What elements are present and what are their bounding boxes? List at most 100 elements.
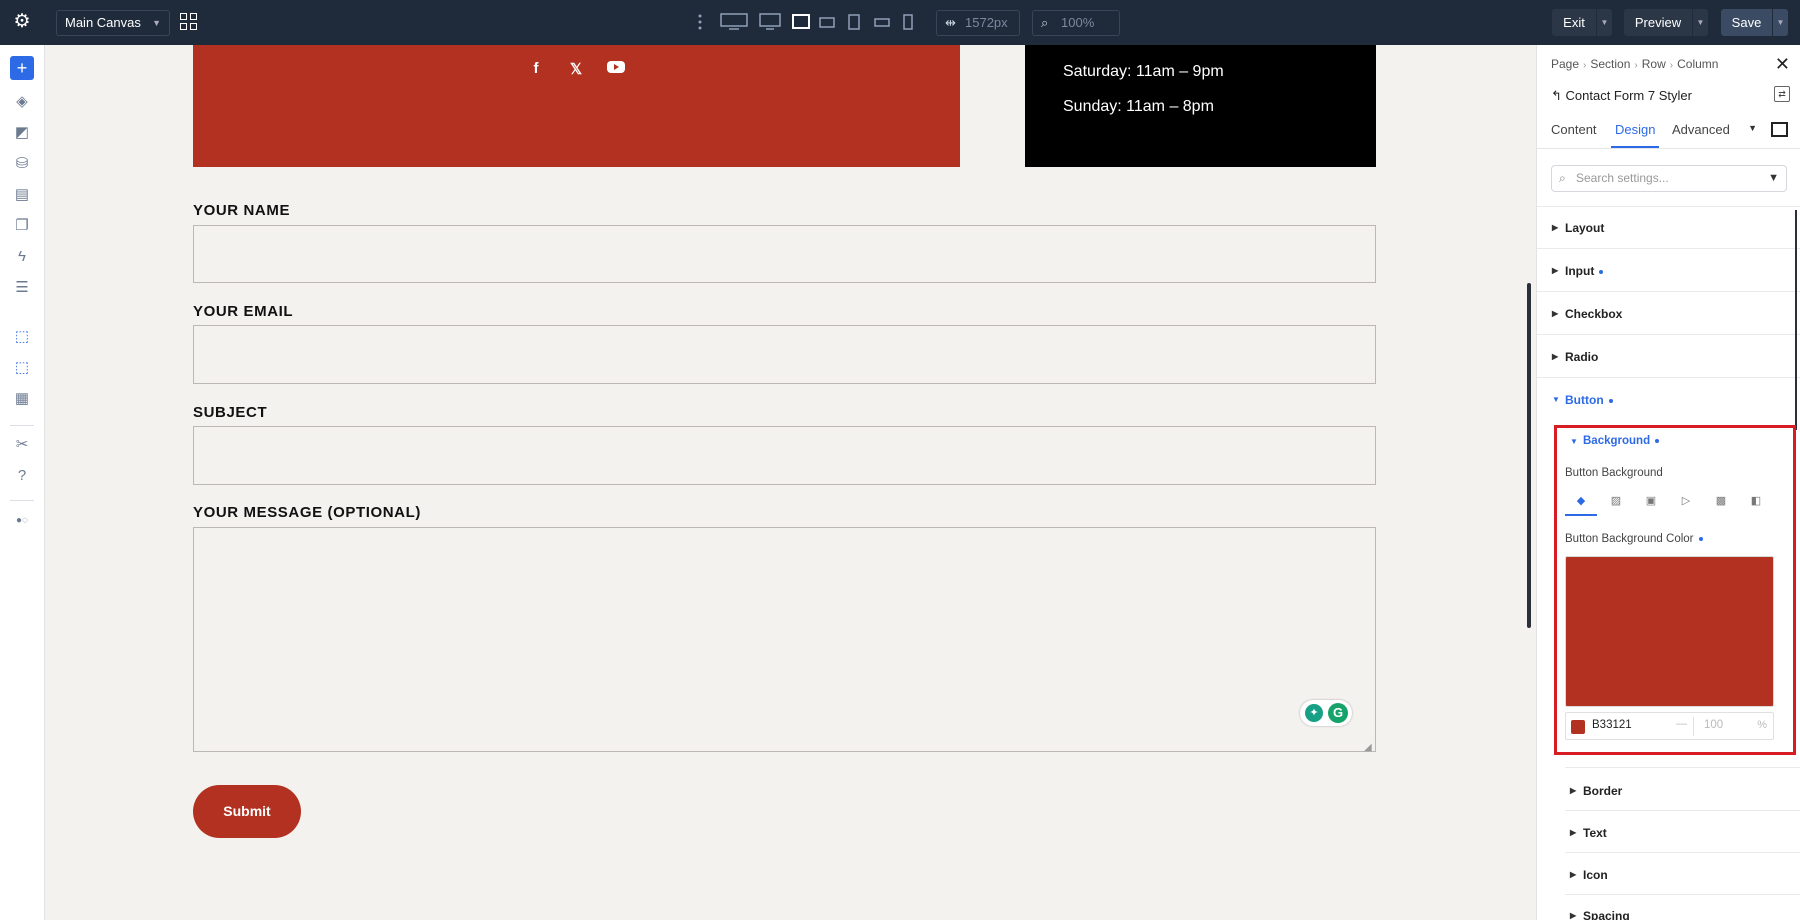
settings-gear-icon[interactable]: ⚙ <box>12 12 32 32</box>
layout-history-icon[interactable]: ▦ <box>12 389 32 409</box>
subsection-spacing[interactable]: ▶ Spacing <box>1570 909 1630 920</box>
tab-content[interactable]: Content <box>1551 122 1597 137</box>
caret-right-icon: ▶ <box>1552 309 1559 318</box>
background-group[interactable]: ▼ Background <box>1570 435 1660 447</box>
phone-portrait-icon[interactable] <box>903 13 913 31</box>
desktop-icon[interactable] <box>759 13 781 31</box>
chevron-down-icon[interactable]: ▼ <box>1772 9 1788 36</box>
canvas-select[interactable]: Main Canvas ▼ <box>56 10 170 36</box>
name-input[interactable] <box>193 225 1376 283</box>
laptop-icon[interactable] <box>792 13 810 31</box>
paint-bucket-icon[interactable]: ◆ <box>1574 494 1588 508</box>
video-icon[interactable]: ▷ <box>1679 494 1693 508</box>
grid-view-icon[interactable] <box>180 13 198 31</box>
email-label: YOUR EMAIL <box>193 303 294 320</box>
tablet-portrait-icon[interactable] <box>848 13 860 31</box>
zoom-field[interactable]: ⌕ 100% <box>1032 10 1120 36</box>
save-button[interactable]: Save ▼ <box>1721 9 1788 36</box>
x-icon[interactable]: 𝕏 <box>566 60 586 78</box>
color-swatch[interactable] <box>1571 720 1585 734</box>
database-icon[interactable]: ⛁ <box>12 154 32 174</box>
section-layout[interactable]: ▶ Layout <box>1552 221 1604 235</box>
section-checkbox[interactable]: ▶ Checkbox <box>1552 307 1622 321</box>
lightning-icon[interactable]: ϟ <box>12 247 32 267</box>
breadcrumb-row[interactable]: Row <box>1642 57 1666 71</box>
help-icon[interactable]: ? <box>12 466 32 486</box>
search-settings-input[interactable]: ⌕ Search settings... ▼ <box>1551 165 1787 192</box>
divider <box>1565 810 1800 811</box>
mask-icon[interactable]: ◧ <box>1749 494 1763 508</box>
subsection-icon[interactable]: ▶ Icon <box>1570 868 1608 882</box>
section-label: Radio <box>1565 350 1599 364</box>
preview-button[interactable]: Preview ▼ <box>1624 9 1708 36</box>
breadcrumb-section[interactable]: Section <box>1590 57 1630 71</box>
filter-icon[interactable]: ▼ <box>1768 166 1779 191</box>
close-icon[interactable]: ✕ <box>1775 54 1790 75</box>
subsection-text[interactable]: ▶ Text <box>1570 826 1607 840</box>
color-label-text: Button Background Color <box>1565 533 1694 545</box>
subject-label: SUBJECT <box>193 404 268 421</box>
sliders-icon[interactable]: ☰ <box>12 278 32 298</box>
page-settings-icon[interactable]: ▤ <box>12 185 32 205</box>
hex-dash: — <box>1676 718 1687 730</box>
subject-input[interactable] <box>193 426 1376 485</box>
color-picker-swatch[interactable] <box>1565 556 1774 707</box>
pattern-icon[interactable]: ▩ <box>1714 494 1728 508</box>
breadcrumb: Page › Section › Row › Column <box>1551 57 1719 71</box>
tablet-landscape-icon[interactable] <box>819 13 835 31</box>
toggle-icon[interactable]: ●◌ <box>12 511 32 531</box>
section-input[interactable]: ▶ Input <box>1552 264 1604 278</box>
panel-scrollbar[interactable] <box>1795 210 1797 430</box>
resize-handle-icon[interactable]: ◢ <box>1364 742 1372 753</box>
section-radio[interactable]: ▶ Radio <box>1552 350 1599 364</box>
expand-panel-icon[interactable] <box>1771 122 1788 137</box>
phone-landscape-icon[interactable] <box>874 13 890 31</box>
layers-icon[interactable]: ◈ <box>12 92 32 112</box>
module-options-icon[interactable]: ⇄ <box>1774 86 1790 102</box>
hours-sunday: Sunday: 11am – 8pm <box>1063 98 1214 115</box>
tab-design[interactable]: Design <box>1615 122 1655 137</box>
breadcrumb-page[interactable]: Page <box>1551 57 1579 71</box>
grammarly-icon: G <box>1328 703 1348 723</box>
back-icon[interactable]: ↰ <box>1551 88 1566 103</box>
submit-button[interactable]: Submit <box>193 785 301 838</box>
divider <box>1693 717 1694 736</box>
tools-icon[interactable]: ✂ <box>12 435 32 455</box>
subsection-label: Spacing <box>1583 909 1630 920</box>
chevron-down-icon[interactable]: ▼ <box>1692 9 1708 36</box>
chevron-down-icon[interactable]: ▼ <box>1596 9 1612 36</box>
subsection-border[interactable]: ▶ Border <box>1570 784 1622 798</box>
add-element-icon[interactable]: + <box>10 56 34 80</box>
opacity-input[interactable]: 100 <box>1704 719 1723 731</box>
hex-input[interactable]: B33121 <box>1592 719 1632 731</box>
breadcrumb-column[interactable]: Column <box>1677 57 1718 71</box>
youtube-icon[interactable] <box>606 60 626 78</box>
more-vertical-icon[interactable] <box>697 13 705 31</box>
chevron-down-icon[interactable]: ▼ <box>1748 123 1757 133</box>
cursor-select-icon[interactable]: ⬚ <box>12 327 32 347</box>
gradient-icon[interactable]: ▨ <box>1609 494 1623 508</box>
divider <box>1537 377 1800 378</box>
subsection-label: Text <box>1583 826 1607 840</box>
button-background-color-label: Button Background Color <box>1565 533 1703 545</box>
pages-icon[interactable]: ❐ <box>12 216 32 236</box>
image-icon[interactable]: ▣ <box>1644 494 1658 508</box>
facebook-icon[interactable]: f <box>526 60 546 77</box>
desktop-wide-icon[interactable] <box>720 13 748 31</box>
width-arrows-icon: ⇹ <box>945 15 956 30</box>
active-bg-type-indicator <box>1565 514 1597 516</box>
caret-right-icon: ▶ <box>1552 266 1559 275</box>
message-textarea[interactable] <box>193 527 1376 752</box>
section-button[interactable]: ▼ Button <box>1552 393 1613 407</box>
preview-label: Preview <box>1634 15 1682 30</box>
canvas-select-value: Main Canvas <box>65 15 141 30</box>
multi-select-icon[interactable]: ⬚ <box>12 358 32 378</box>
hours-saturday: Saturday: 11am – 9pm <box>1063 63 1224 80</box>
tab-advanced[interactable]: Advanced <box>1672 122 1730 137</box>
email-input[interactable] <box>193 325 1376 384</box>
presets-icon[interactable]: ◩ <box>12 123 32 143</box>
exit-button[interactable]: Exit ▼ <box>1552 9 1612 36</box>
grammarly-widget[interactable]: ✦ G <box>1300 700 1352 726</box>
width-field[interactable]: ⇹ 1572px <box>936 10 1020 36</box>
canvas-scrollbar[interactable] <box>1527 283 1531 628</box>
